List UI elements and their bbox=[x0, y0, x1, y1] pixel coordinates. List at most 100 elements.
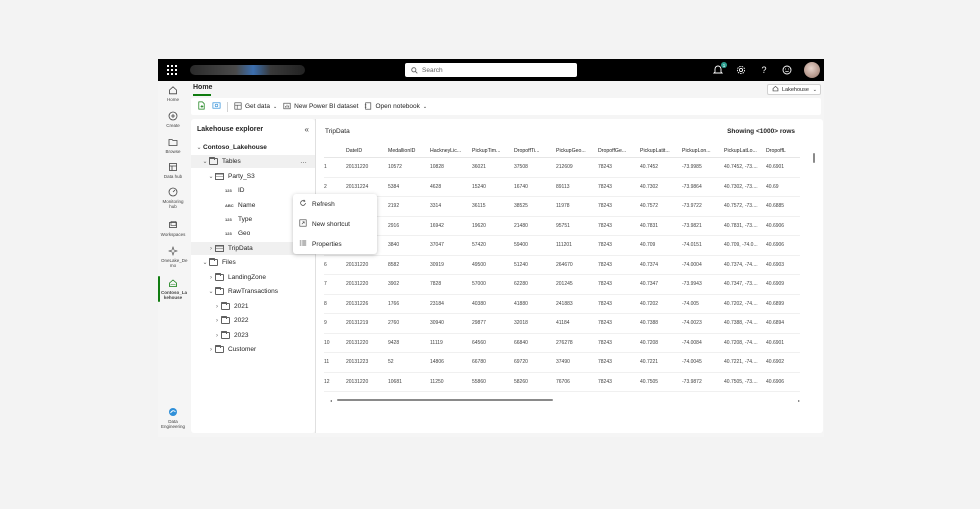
chevron-down-icon: ⌄ bbox=[202, 159, 208, 165]
chevron-down-icon: ⌄ bbox=[812, 86, 817, 93]
chevron-down-icon: ⌄ bbox=[208, 174, 214, 180]
table-cell: 89113 bbox=[556, 183, 570, 190]
table-row[interactable]: 9 20131219 2760 30940 29877 32018 41184 78243 40… bbox=[324, 314, 800, 334]
table-row[interactable]: 1 20131220 10572 10828 36021 37508 212609 78243… bbox=[324, 158, 800, 178]
table-row[interactable]: 10 20131220 9428 11119 64560 66840 276278 78243… bbox=[324, 334, 800, 353]
nav-data-hub[interactable]: Data hub bbox=[158, 162, 188, 179]
table-row[interactable]: 12 20131220 10681 11250 55860 58260 76706 78243… bbox=[324, 373, 800, 392]
table-cell: 20131220 bbox=[346, 339, 369, 346]
tree-root[interactable]: ⌄ Contoso_Lakehouse bbox=[191, 141, 315, 154]
number-type-icon: 123 bbox=[225, 188, 232, 193]
get-data-button[interactable]: Get data ⌄ bbox=[234, 101, 277, 112]
table-cell: -73.9943 bbox=[682, 281, 702, 288]
feedback-smiley-icon[interactable] bbox=[781, 64, 793, 76]
table-cell: 36021 bbox=[472, 164, 486, 171]
column-label: ID bbox=[238, 187, 245, 194]
tree-year-folder[interactable]: › 2023 bbox=[191, 329, 315, 342]
app-launcher-icon[interactable] bbox=[167, 65, 177, 75]
shortcut-icon bbox=[299, 219, 307, 229]
menu-item-refresh[interactable]: Refresh bbox=[293, 194, 377, 214]
toolbar: Get data ⌄ New Power BI dataset Open not… bbox=[191, 98, 821, 115]
open-notebook-button[interactable]: Open notebook ⌄ bbox=[364, 101, 427, 112]
table-cell: 38525 bbox=[514, 203, 528, 210]
table-cell: 30940 bbox=[430, 320, 444, 327]
menu-item-new-shortcut[interactable]: New shortcut bbox=[293, 214, 377, 234]
scroll-left-icon[interactable]: ◂ bbox=[330, 398, 332, 403]
nav-contoso-lakehouse[interactable]: Contoso_La kehouse bbox=[158, 275, 188, 303]
nav-monitoring-hub[interactable]: Monitoring hub bbox=[158, 187, 188, 209]
table-row[interactable]: 6 20131220 8582 30919 49500 51240 264670 78243 4… bbox=[324, 256, 800, 275]
table-cell: 20131220 bbox=[346, 378, 369, 385]
tree-year-label: 2022 bbox=[234, 317, 249, 324]
tab-home[interactable]: Home bbox=[193, 84, 212, 96]
workspace-select[interactable]: Lakehouse ⌄ bbox=[767, 84, 821, 95]
nav-label: Contoso_La kehouse bbox=[161, 290, 188, 301]
chevron-down-icon: ⌄ bbox=[208, 289, 214, 295]
nav-data-engineering[interactable]: Data Engineering bbox=[158, 407, 188, 429]
column-header[interactable]: DateID bbox=[346, 148, 388, 154]
nav-home[interactable]: Home bbox=[158, 85, 188, 102]
new-item-icon[interactable] bbox=[197, 101, 206, 112]
table-cell: 241883 bbox=[556, 300, 573, 307]
more-options-icon[interactable]: … bbox=[300, 158, 307, 165]
help-icon[interactable]: ? bbox=[758, 64, 770, 76]
sync-icon[interactable] bbox=[212, 101, 221, 112]
column-header[interactable]: PickupTim... bbox=[472, 148, 514, 154]
tree-tables[interactable]: ⌄ Tables … bbox=[191, 155, 315, 168]
scroll-right-icon[interactable]: ▸ bbox=[798, 398, 800, 403]
column-header[interactable]: DropoffGe... bbox=[598, 148, 640, 154]
column-header[interactable]: MedallionID bbox=[388, 148, 430, 154]
folder-icon bbox=[215, 286, 224, 295]
nav-onelake-demo[interactable]: OneLake_De mo bbox=[158, 246, 188, 268]
column-header[interactable]: HackneyLic... bbox=[430, 148, 472, 154]
table-cell: 10572 bbox=[388, 164, 402, 171]
nav-workspaces[interactable]: Workspaces bbox=[158, 220, 188, 237]
collapse-pane-icon[interactable]: « bbox=[305, 125, 309, 134]
column-header[interactable]: PickupGeo... bbox=[556, 148, 598, 154]
search-icon bbox=[411, 66, 418, 74]
tree-year-folder[interactable]: › 2021 bbox=[191, 300, 315, 313]
search-box[interactable]: Search bbox=[405, 63, 577, 77]
tree-landing-zone[interactable]: › LandingZone bbox=[191, 271, 315, 284]
table-row[interactable]: 5201312223840370475742059400111201782434… bbox=[324, 236, 800, 256]
row-number: 8 bbox=[324, 300, 327, 307]
column-header[interactable]: PickupLatLo... bbox=[724, 148, 766, 154]
column-header[interactable]: DropoffTi... bbox=[514, 148, 556, 154]
column-header[interactable]: PickupLatit... bbox=[640, 148, 682, 154]
scrollbar-thumb[interactable] bbox=[337, 399, 554, 401]
table-row[interactable]: 4201312232916169421962021480957517824340… bbox=[324, 217, 800, 236]
onelake-icon bbox=[168, 246, 178, 256]
table-row[interactable]: 11 20131223 52 14806 66780 69720 37490 78243 40.… bbox=[324, 353, 800, 373]
nav-browse[interactable]: Browse bbox=[158, 137, 188, 154]
tree-raw-transactions[interactable]: ⌄ RawTransactions bbox=[191, 285, 315, 298]
new-dataset-button[interactable]: New Power BI dataset bbox=[283, 102, 358, 112]
table-row[interactable]: 7 20131220 3902 7828 57000 62280 201245 78243 40… bbox=[324, 275, 800, 295]
get-data-icon bbox=[234, 101, 242, 112]
table-cell: 40.7347, -73.... bbox=[724, 281, 758, 288]
table-row[interactable]: 2 20131224 5384 4628 15240 16740 89113 78243 40.… bbox=[324, 178, 800, 197]
table-cell: 95751 bbox=[556, 222, 570, 229]
table-row[interactable]: 8 20131226 1766 23184 40380 41880 241883 78243 4… bbox=[324, 295, 800, 314]
tree-files[interactable]: ⌄ Files bbox=[191, 256, 315, 269]
table-cell: 49500 bbox=[472, 261, 486, 268]
user-avatar[interactable] bbox=[804, 62, 820, 78]
folder-icon bbox=[168, 137, 178, 147]
horizontal-scrollbar[interactable]: ◂ ▸ bbox=[330, 398, 800, 403]
menu-item-properties[interactable]: Properties bbox=[293, 234, 377, 254]
column-header[interactable]: PickupLon... bbox=[682, 148, 724, 154]
workspace-select-label: Lakehouse bbox=[782, 86, 809, 93]
scrollbar-thumb[interactable] bbox=[813, 153, 815, 163]
tree-party-table[interactable]: ⌄ Party_S3 bbox=[191, 170, 315, 183]
table-row[interactable]: 320131221219233143611538525119787824340.… bbox=[324, 197, 800, 217]
vertical-scrollbar[interactable] bbox=[813, 147, 815, 387]
column-header[interactable]: DropoffL bbox=[766, 148, 800, 154]
top-bar-icons: 1 ? bbox=[712, 62, 820, 78]
notifications-icon[interactable]: 1 bbox=[712, 62, 727, 76]
nav-create[interactable]: Create bbox=[158, 111, 188, 128]
tree-year-folder[interactable]: › 2022 bbox=[191, 314, 315, 327]
table-cell: 3840 bbox=[388, 242, 400, 249]
tree-customer[interactable]: › Customer bbox=[191, 343, 315, 356]
settings-gear-icon[interactable] bbox=[735, 64, 747, 76]
table-cell: 3314 bbox=[430, 203, 442, 210]
table-cell: -74.0084 bbox=[682, 339, 702, 346]
